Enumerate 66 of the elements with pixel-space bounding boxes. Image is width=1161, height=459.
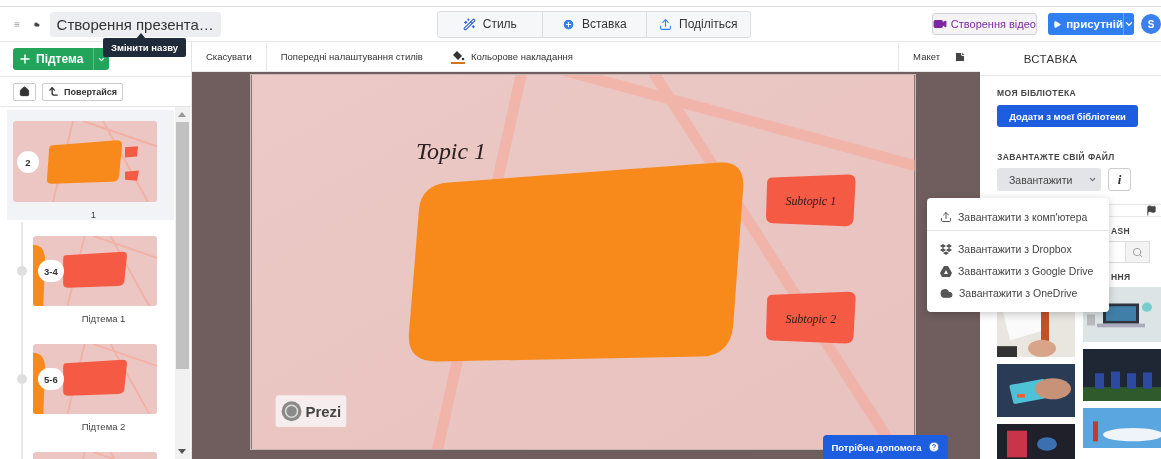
- color-overlay-button[interactable]: Кольорове накладання: [436, 41, 587, 72]
- toolbar-tab[interactable]: Вставка: [541, 11, 646, 37]
- menu-item[interactable]: Завантажити з Dropbox: [927, 238, 1109, 260]
- notes-icon[interactable]: [954, 50, 966, 63]
- slide-thumbnail[interactable]: [13, 121, 157, 202]
- video-camera-icon: [932, 17, 947, 31]
- toolbar-tab[interactable]: Поділіться: [645, 11, 750, 37]
- subtopic-shape[interactable]: [766, 291, 856, 344]
- add-from-library-button[interactable]: Додати з моєї бібліотеки: [997, 105, 1138, 127]
- cloud-icon: [940, 286, 953, 300]
- layout-button[interactable]: Макет: [899, 41, 954, 72]
- subtopic-shape[interactable]: [766, 174, 856, 227]
- video-button[interactable]: Створення відео: [931, 13, 1037, 35]
- tree-node-dot: [17, 374, 27, 384]
- slide-thumbnail[interactable]: [33, 344, 157, 414]
- menu-item[interactable]: Завантажити з Google Drive: [927, 260, 1109, 282]
- search-button[interactable]: [1125, 241, 1150, 263]
- section-heading: ЗАВАНТАЖТЕ СВІЙ ФАЙЛ: [997, 152, 1115, 162]
- upload-icon: [659, 17, 672, 31]
- back-button[interactable]: Повертайся: [42, 82, 123, 101]
- style-presets-button[interactable]: Попередні налаштування стилів: [266, 41, 437, 72]
- help-button[interactable]: Потрібна допомога: [823, 435, 948, 459]
- section-heading: ASH: [1111, 226, 1132, 236]
- slide-label: Підтема 1: [81, 313, 126, 324]
- subtopic-title[interactable]: Subtopic 2: [785, 311, 837, 326]
- menu-item[interactable]: Завантажити з OneDrive: [927, 282, 1109, 304]
- plus-circle-icon: [562, 17, 575, 31]
- scroll-down-icon[interactable]: [178, 449, 186, 454]
- slide-label: Підтема 2: [81, 421, 126, 432]
- flag-icon[interactable]: [1146, 205, 1157, 216]
- slide-item[interactable]: 3-4 Підтема 1: [7, 220, 174, 328]
- search-icon: [1132, 246, 1143, 258]
- prezi-logo-text: Prezi: [305, 403, 342, 421]
- back-arrow-icon: [48, 86, 59, 97]
- paint-bucket-icon: [450, 49, 465, 64]
- user-avatar[interactable]: S: [1141, 14, 1161, 34]
- slide-item[interactable]: 2 1: [7, 110, 174, 220]
- caret-icon: [1124, 19, 1134, 29]
- slide-thumbnail[interactable]: [33, 236, 157, 306]
- drive-icon: [940, 265, 952, 277]
- scrollbar[interactable]: [175, 107, 190, 459]
- menu-item[interactable]: Завантажити з комп'ютера: [927, 203, 1109, 230]
- slide-item[interactable]: 5-6 Підтема 2: [7, 328, 174, 436]
- home-icon: [19, 86, 30, 97]
- help-icon: [927, 441, 940, 453]
- section-heading: ННЯ: [1111, 272, 1132, 282]
- subtopic-title[interactable]: Subtopic 1: [785, 194, 837, 209]
- present-button[interactable]: присутній: [1048, 13, 1134, 35]
- upload-icon: [940, 210, 952, 223]
- magic-wand-icon: [462, 17, 476, 31]
- dropbox-icon: [940, 243, 952, 255]
- caret-icon: [1088, 175, 1098, 184]
- plus-icon: [18, 52, 32, 66]
- panel-title: ВСТАВКА: [980, 42, 1161, 76]
- scroll-up-icon[interactable]: [178, 112, 186, 117]
- toolbar-tab[interactable]: Стиль: [437, 11, 542, 37]
- topic-title[interactable]: Topic 1: [415, 137, 486, 164]
- home-button[interactable]: [13, 82, 36, 101]
- prezi-logo-icon: [281, 401, 302, 422]
- presentation-title[interactable]: Створення презента…: [49, 11, 221, 37]
- undo-button[interactable]: Скасувати: [192, 41, 266, 72]
- tree-node-dot: [17, 266, 27, 276]
- slide-label: 1: [90, 209, 97, 220]
- info-button[interactable]: i: [1108, 168, 1131, 191]
- section-heading: МОЯ БІБЛІОТЕКА: [997, 88, 1077, 98]
- upload-button[interactable]: Завантажити: [997, 168, 1101, 191]
